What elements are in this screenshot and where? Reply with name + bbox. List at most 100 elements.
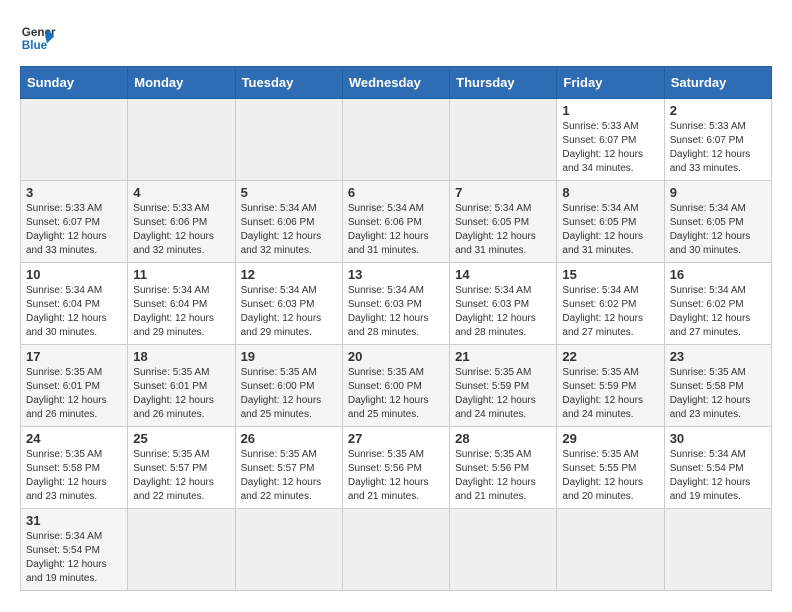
- calendar-cell: 15 Sunrise: 5:34 AM Sunset: 6:02 PM Dayli…: [557, 263, 664, 345]
- day-number: 24: [26, 431, 122, 446]
- calendar-cell: 5Sunrise: 5:34 AM Sunset: 6:06 PM Daylig…: [235, 181, 342, 263]
- calendar-cell: 17Sunrise: 5:35 AM Sunset: 6:01 PM Dayli…: [21, 345, 128, 427]
- svg-text:Blue: Blue: [22, 39, 48, 52]
- calendar-cell: 11Sunrise: 5:34 AM Sunset: 6:04 PM Dayli…: [128, 263, 235, 345]
- calendar-cell: 24 Sunrise: 5:35 AM Sunset: 5:58 PM Dayli…: [21, 427, 128, 509]
- calendar-cell: [128, 99, 235, 181]
- calendar-cell: [450, 99, 557, 181]
- weekday-header-wednesday: Wednesday: [342, 67, 449, 99]
- calendar-cell: 4Sunrise: 5:33 AM Sunset: 6:06 PM Daylig…: [128, 181, 235, 263]
- day-info: Sunrise: 5:35 AM Sunset: 6:00 PM Dayligh…: [241, 366, 337, 422]
- weekday-header-sunday: Sunday: [21, 67, 128, 99]
- day-number: 6: [348, 185, 444, 200]
- weekday-header-saturday: Saturday: [664, 67, 771, 99]
- day-info: Sunrise: 5:34 AM Sunset: 5:54 PM Dayligh…: [670, 448, 766, 504]
- calendar-cell: 16 Sunrise: 5:34 AM Sunset: 6:02 PM Dayli…: [664, 263, 771, 345]
- day-info: Sunrise: 5:33 AM Sunset: 6:06 PM Dayligh…: [133, 202, 229, 258]
- week-row-6: 31Sunrise: 5:34 AM Sunset: 5:54 PM Dayli…: [21, 509, 772, 591]
- week-row-3: 10Sunrise: 5:34 AM Sunset: 6:04 PM Dayli…: [21, 263, 772, 345]
- calendar-cell: 8 Sunrise: 5:34 AM Sunset: 6:05 PM Daylig…: [557, 181, 664, 263]
- day-number: 16: [670, 267, 766, 282]
- calendar-cell: 3Sunrise: 5:33 AM Sunset: 6:07 PM Daylig…: [21, 181, 128, 263]
- day-info: Sunrise: 5:35 AM Sunset: 6:01 PM Dayligh…: [133, 366, 229, 422]
- day-number: 2: [670, 103, 766, 118]
- day-number: 10: [26, 267, 122, 282]
- weekday-header-thursday: Thursday: [450, 67, 557, 99]
- day-info: Sunrise: 5:34 AM Sunset: 6:03 PM Dayligh…: [348, 284, 444, 340]
- week-row-1: 1Sunrise: 5:33 AM Sunset: 6:07 PM Daylig…: [21, 99, 772, 181]
- day-info: Sunrise: 5:35 AM Sunset: 5:59 PM Dayligh…: [562, 366, 658, 422]
- day-info: Sunrise: 5:35 AM Sunset: 5:56 PM Dayligh…: [455, 448, 551, 504]
- calendar-cell: 9Sunrise: 5:34 AM Sunset: 6:05 PM Daylig…: [664, 181, 771, 263]
- day-number: 28: [455, 431, 551, 446]
- calendar-cell: 29 Sunrise: 5:35 AM Sunset: 5:55 PM Dayli…: [557, 427, 664, 509]
- calendar-cell: 10Sunrise: 5:34 AM Sunset: 6:04 PM Dayli…: [21, 263, 128, 345]
- logo: General Blue: [20, 20, 56, 56]
- calendar-cell: 12 Sunrise: 5:34 AM Sunset: 6:03 PM Dayli…: [235, 263, 342, 345]
- day-number: 19: [241, 349, 337, 364]
- day-info: Sunrise: 5:34 AM Sunset: 6:03 PM Dayligh…: [455, 284, 551, 340]
- day-info: Sunrise: 5:35 AM Sunset: 5:55 PM Dayligh…: [562, 448, 658, 504]
- week-row-2: 3Sunrise: 5:33 AM Sunset: 6:07 PM Daylig…: [21, 181, 772, 263]
- header: General Blue: [20, 20, 772, 56]
- day-info: Sunrise: 5:35 AM Sunset: 6:01 PM Dayligh…: [26, 366, 122, 422]
- calendar: SundayMondayTuesdayWednesdayThursdayFrid…: [20, 66, 772, 591]
- calendar-cell: 19 Sunrise: 5:35 AM Sunset: 6:00 PM Dayli…: [235, 345, 342, 427]
- day-info: Sunrise: 5:34 AM Sunset: 6:02 PM Dayligh…: [562, 284, 658, 340]
- day-info: Sunrise: 5:34 AM Sunset: 6:03 PM Dayligh…: [241, 284, 337, 340]
- calendar-cell: 7Sunrise: 5:34 AM Sunset: 6:05 PM Daylig…: [450, 181, 557, 263]
- day-info: Sunrise: 5:35 AM Sunset: 5:57 PM Dayligh…: [241, 448, 337, 504]
- day-number: 11: [133, 267, 229, 282]
- day-number: 3: [26, 185, 122, 200]
- calendar-cell: 2Sunrise: 5:33 AM Sunset: 6:07 PM Daylig…: [664, 99, 771, 181]
- day-number: 22: [562, 349, 658, 364]
- day-info: Sunrise: 5:34 AM Sunset: 6:02 PM Dayligh…: [670, 284, 766, 340]
- day-number: 25: [133, 431, 229, 446]
- calendar-cell: 18 Sunrise: 5:35 AM Sunset: 6:01 PM Dayli…: [128, 345, 235, 427]
- calendar-cell: [342, 509, 449, 591]
- day-number: 26: [241, 431, 337, 446]
- day-info: Sunrise: 5:35 AM Sunset: 5:59 PM Dayligh…: [455, 366, 551, 422]
- day-number: 27: [348, 431, 444, 446]
- calendar-cell: [128, 509, 235, 591]
- calendar-cell: 25 Sunrise: 5:35 AM Sunset: 5:57 PM Dayli…: [128, 427, 235, 509]
- day-info: Sunrise: 5:35 AM Sunset: 6:00 PM Dayligh…: [348, 366, 444, 422]
- day-info: Sunrise: 5:34 AM Sunset: 6:06 PM Dayligh…: [241, 202, 337, 258]
- calendar-cell: 28 Sunrise: 5:35 AM Sunset: 5:56 PM Dayli…: [450, 427, 557, 509]
- day-info: Sunrise: 5:33 AM Sunset: 6:07 PM Dayligh…: [562, 120, 658, 176]
- day-info: Sunrise: 5:35 AM Sunset: 5:58 PM Dayligh…: [26, 448, 122, 504]
- logo-icon: General Blue: [20, 20, 56, 56]
- day-number: 29: [562, 431, 658, 446]
- day-number: 13: [348, 267, 444, 282]
- day-info: Sunrise: 5:34 AM Sunset: 6:05 PM Dayligh…: [562, 202, 658, 258]
- calendar-cell: 31Sunrise: 5:34 AM Sunset: 5:54 PM Dayli…: [21, 509, 128, 591]
- weekday-header-friday: Friday: [557, 67, 664, 99]
- weekday-header-row: SundayMondayTuesdayWednesdayThursdayFrid…: [21, 67, 772, 99]
- calendar-cell: [342, 99, 449, 181]
- day-number: 8: [562, 185, 658, 200]
- calendar-cell: [450, 509, 557, 591]
- calendar-cell: [235, 99, 342, 181]
- day-number: 23: [670, 349, 766, 364]
- day-number: 30: [670, 431, 766, 446]
- day-info: Sunrise: 5:34 AM Sunset: 6:06 PM Dayligh…: [348, 202, 444, 258]
- day-info: Sunrise: 5:35 AM Sunset: 5:57 PM Dayligh…: [133, 448, 229, 504]
- day-number: 20: [348, 349, 444, 364]
- day-number: 15: [562, 267, 658, 282]
- day-number: 12: [241, 267, 337, 282]
- day-number: 7: [455, 185, 551, 200]
- calendar-cell: 22 Sunrise: 5:35 AM Sunset: 5:59 PM Dayli…: [557, 345, 664, 427]
- calendar-cell: 27 Sunrise: 5:35 AM Sunset: 5:56 PM Dayli…: [342, 427, 449, 509]
- calendar-cell: 1Sunrise: 5:33 AM Sunset: 6:07 PM Daylig…: [557, 99, 664, 181]
- weekday-header-tuesday: Tuesday: [235, 67, 342, 99]
- calendar-cell: 26 Sunrise: 5:35 AM Sunset: 5:57 PM Dayli…: [235, 427, 342, 509]
- weekday-header-monday: Monday: [128, 67, 235, 99]
- day-number: 18: [133, 349, 229, 364]
- calendar-cell: 6 Sunrise: 5:34 AM Sunset: 6:06 PM Daylig…: [342, 181, 449, 263]
- day-info: Sunrise: 5:35 AM Sunset: 5:56 PM Dayligh…: [348, 448, 444, 504]
- day-info: Sunrise: 5:34 AM Sunset: 5:54 PM Dayligh…: [26, 530, 122, 586]
- calendar-cell: 21Sunrise: 5:35 AM Sunset: 5:59 PM Dayli…: [450, 345, 557, 427]
- calendar-cell: 20 Sunrise: 5:35 AM Sunset: 6:00 PM Dayli…: [342, 345, 449, 427]
- day-info: Sunrise: 5:34 AM Sunset: 6:05 PM Dayligh…: [670, 202, 766, 258]
- week-row-4: 17Sunrise: 5:35 AM Sunset: 6:01 PM Dayli…: [21, 345, 772, 427]
